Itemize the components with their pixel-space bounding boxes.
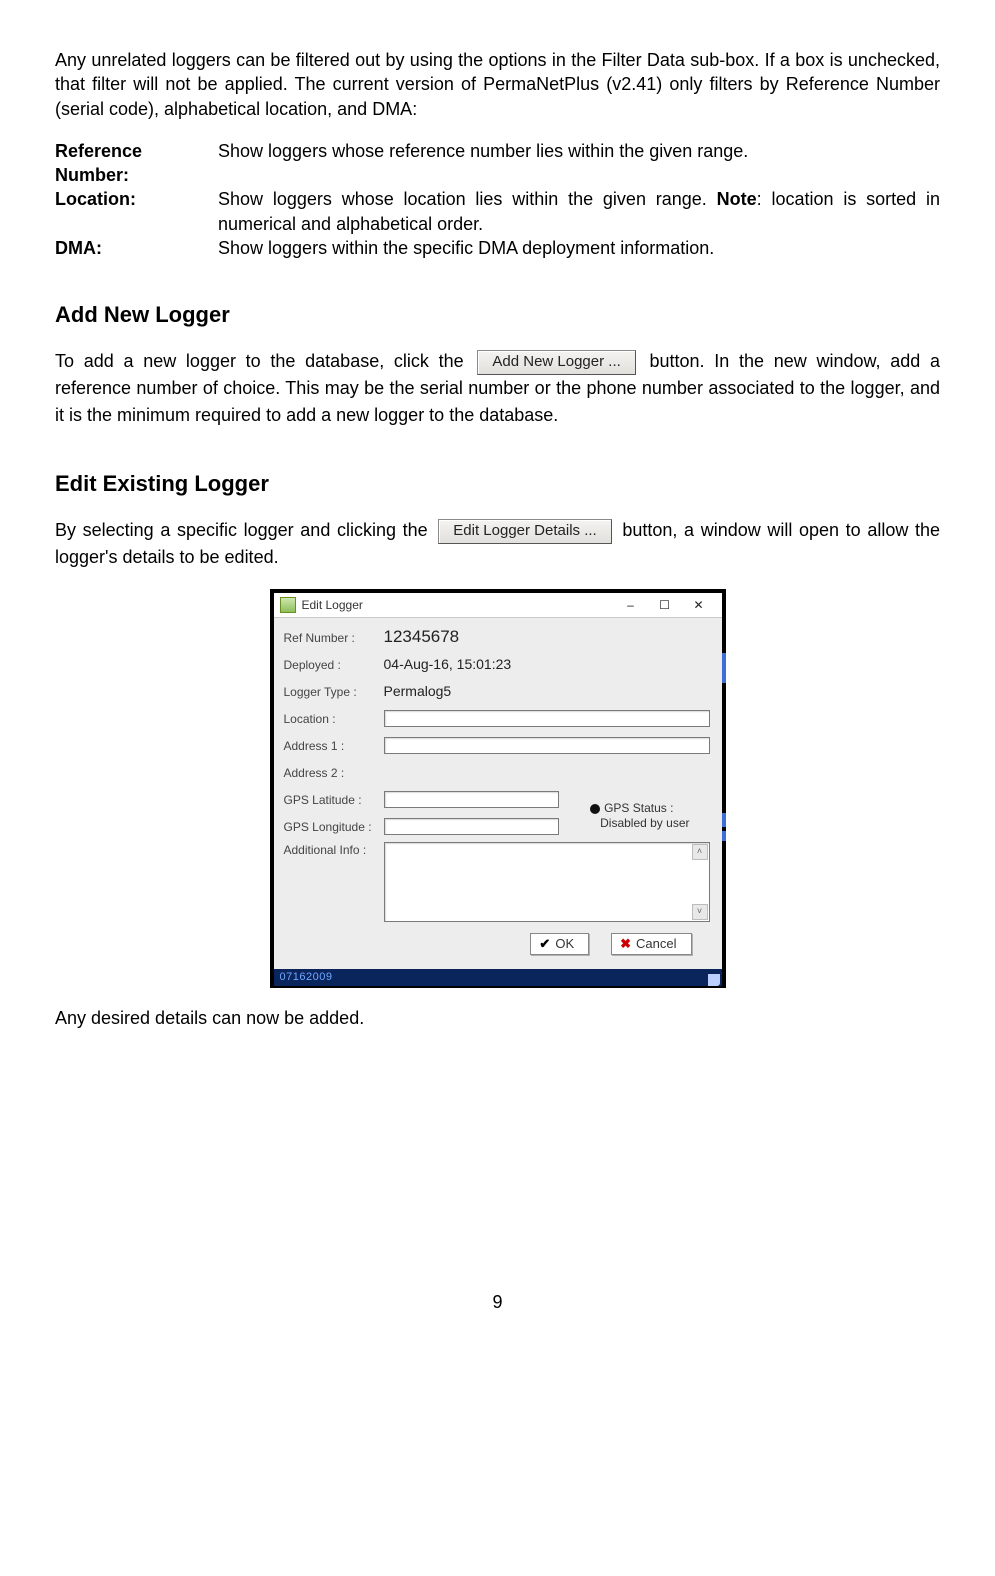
dialog-bottom-strip: 07162009 [274, 969, 722, 986]
deployed-value: 04-Aug-16, 15:01:23 [384, 655, 512, 674]
definitions-list: Reference Number: Show loggers whose ref… [55, 139, 940, 260]
cancel-button[interactable]: ✖ Cancel [611, 933, 691, 956]
additional-info-textarea[interactable]: ˄ ˅ [384, 842, 710, 922]
deployed-label: Deployed : [284, 657, 384, 673]
edit-existing-logger-paragraph: By selecting a specific logger and click… [55, 517, 940, 571]
decorative-edge [722, 831, 726, 841]
gps-status-indicator-icon [590, 804, 600, 814]
logger-type-value: Permalog5 [384, 682, 452, 701]
add-new-logger-paragraph: To add a new logger to the database, cli… [55, 348, 940, 429]
gps-latitude-input[interactable] [384, 791, 559, 808]
definition-desc-location-pre: Show loggers whose location lies within … [218, 189, 717, 209]
definition-term-dma: DMA: [55, 236, 218, 260]
definition-term-location: Location: [55, 187, 218, 211]
definition-row: Location: Show loggers whose location li… [55, 187, 940, 236]
gps-longitude-input[interactable] [384, 818, 559, 835]
ok-button-label: OK [555, 935, 574, 953]
address2-label: Address 2 : [284, 765, 384, 781]
decorative-edge [722, 813, 726, 827]
definition-row: Reference Number: Show loggers whose ref… [55, 139, 940, 188]
scroll-down-icon[interactable]: ˅ [692, 904, 708, 920]
edit-logger-details-button[interactable]: Edit Logger Details ... [438, 519, 611, 544]
gps-status-label: GPS Status : [604, 801, 673, 815]
address1-label: Address 1 : [284, 738, 384, 754]
decorative-edge [722, 653, 726, 683]
gps-latitude-label: GPS Latitude : [284, 792, 384, 808]
location-label: Location : [284, 711, 384, 727]
add-new-logger-button[interactable]: Add New Logger ... [477, 350, 635, 375]
gps-status-block: GPS Status : Disabled by user [590, 801, 689, 831]
dialog-app-icon [280, 597, 296, 613]
location-input[interactable] [384, 710, 710, 727]
additional-info-label: Additional Info : [284, 842, 384, 858]
address1-input[interactable] [384, 737, 710, 754]
ref-number-value: 12345678 [384, 626, 460, 649]
scroll-up-icon[interactable]: ˄ [692, 844, 708, 860]
dialog-titlebar: Edit Logger – ☐ ✕ [274, 593, 722, 618]
intro-paragraph: Any unrelated loggers can be filtered ou… [55, 48, 940, 121]
add-para-pre: To add a new logger to the database, cli… [55, 351, 473, 371]
dialog-title: Edit Logger [302, 597, 614, 613]
edit-para-pre: By selecting a specific logger and click… [55, 520, 434, 540]
ok-button[interactable]: ✔ OK [530, 933, 589, 956]
logger-type-label: Logger Type : [284, 684, 384, 700]
ref-number-label: Ref Number : [284, 630, 384, 646]
check-icon: ✔ [539, 935, 550, 953]
definition-desc-dma: Show loggers within the specific DMA dep… [218, 236, 940, 260]
definition-term-reference: Reference Number: [55, 139, 218, 188]
close-button[interactable]: ✕ [682, 596, 716, 614]
definition-desc-location: Show loggers whose location lies within … [218, 187, 940, 236]
x-icon: ✖ [620, 935, 631, 953]
edit-logger-dialog: Edit Logger – ☐ ✕ Ref Number : 12345678 … [270, 589, 726, 988]
definition-desc-reference: Show loggers whose reference number lies… [218, 139, 940, 163]
cancel-button-label: Cancel [636, 935, 676, 953]
maximize-button[interactable]: ☐ [648, 596, 682, 614]
address1-label-text: Address 1 : [284, 739, 345, 753]
heading-edit-existing-logger: Edit Existing Logger [55, 469, 940, 499]
heading-add-new-logger: Add New Logger [55, 300, 940, 330]
closing-paragraph: Any desired details can now be added. [55, 1006, 940, 1030]
resize-grip-icon[interactable] [708, 974, 720, 986]
bottom-strip-text: 07162009 [280, 970, 333, 985]
page-number: 9 [55, 1290, 940, 1314]
definition-desc-location-note: Note [717, 189, 757, 209]
gps-status-value: Disabled by user [600, 816, 689, 830]
definition-row: DMA: Show loggers within the specific DM… [55, 236, 940, 260]
gps-longitude-label: GPS Longitude : [284, 819, 384, 835]
minimize-button[interactable]: – [614, 596, 648, 614]
